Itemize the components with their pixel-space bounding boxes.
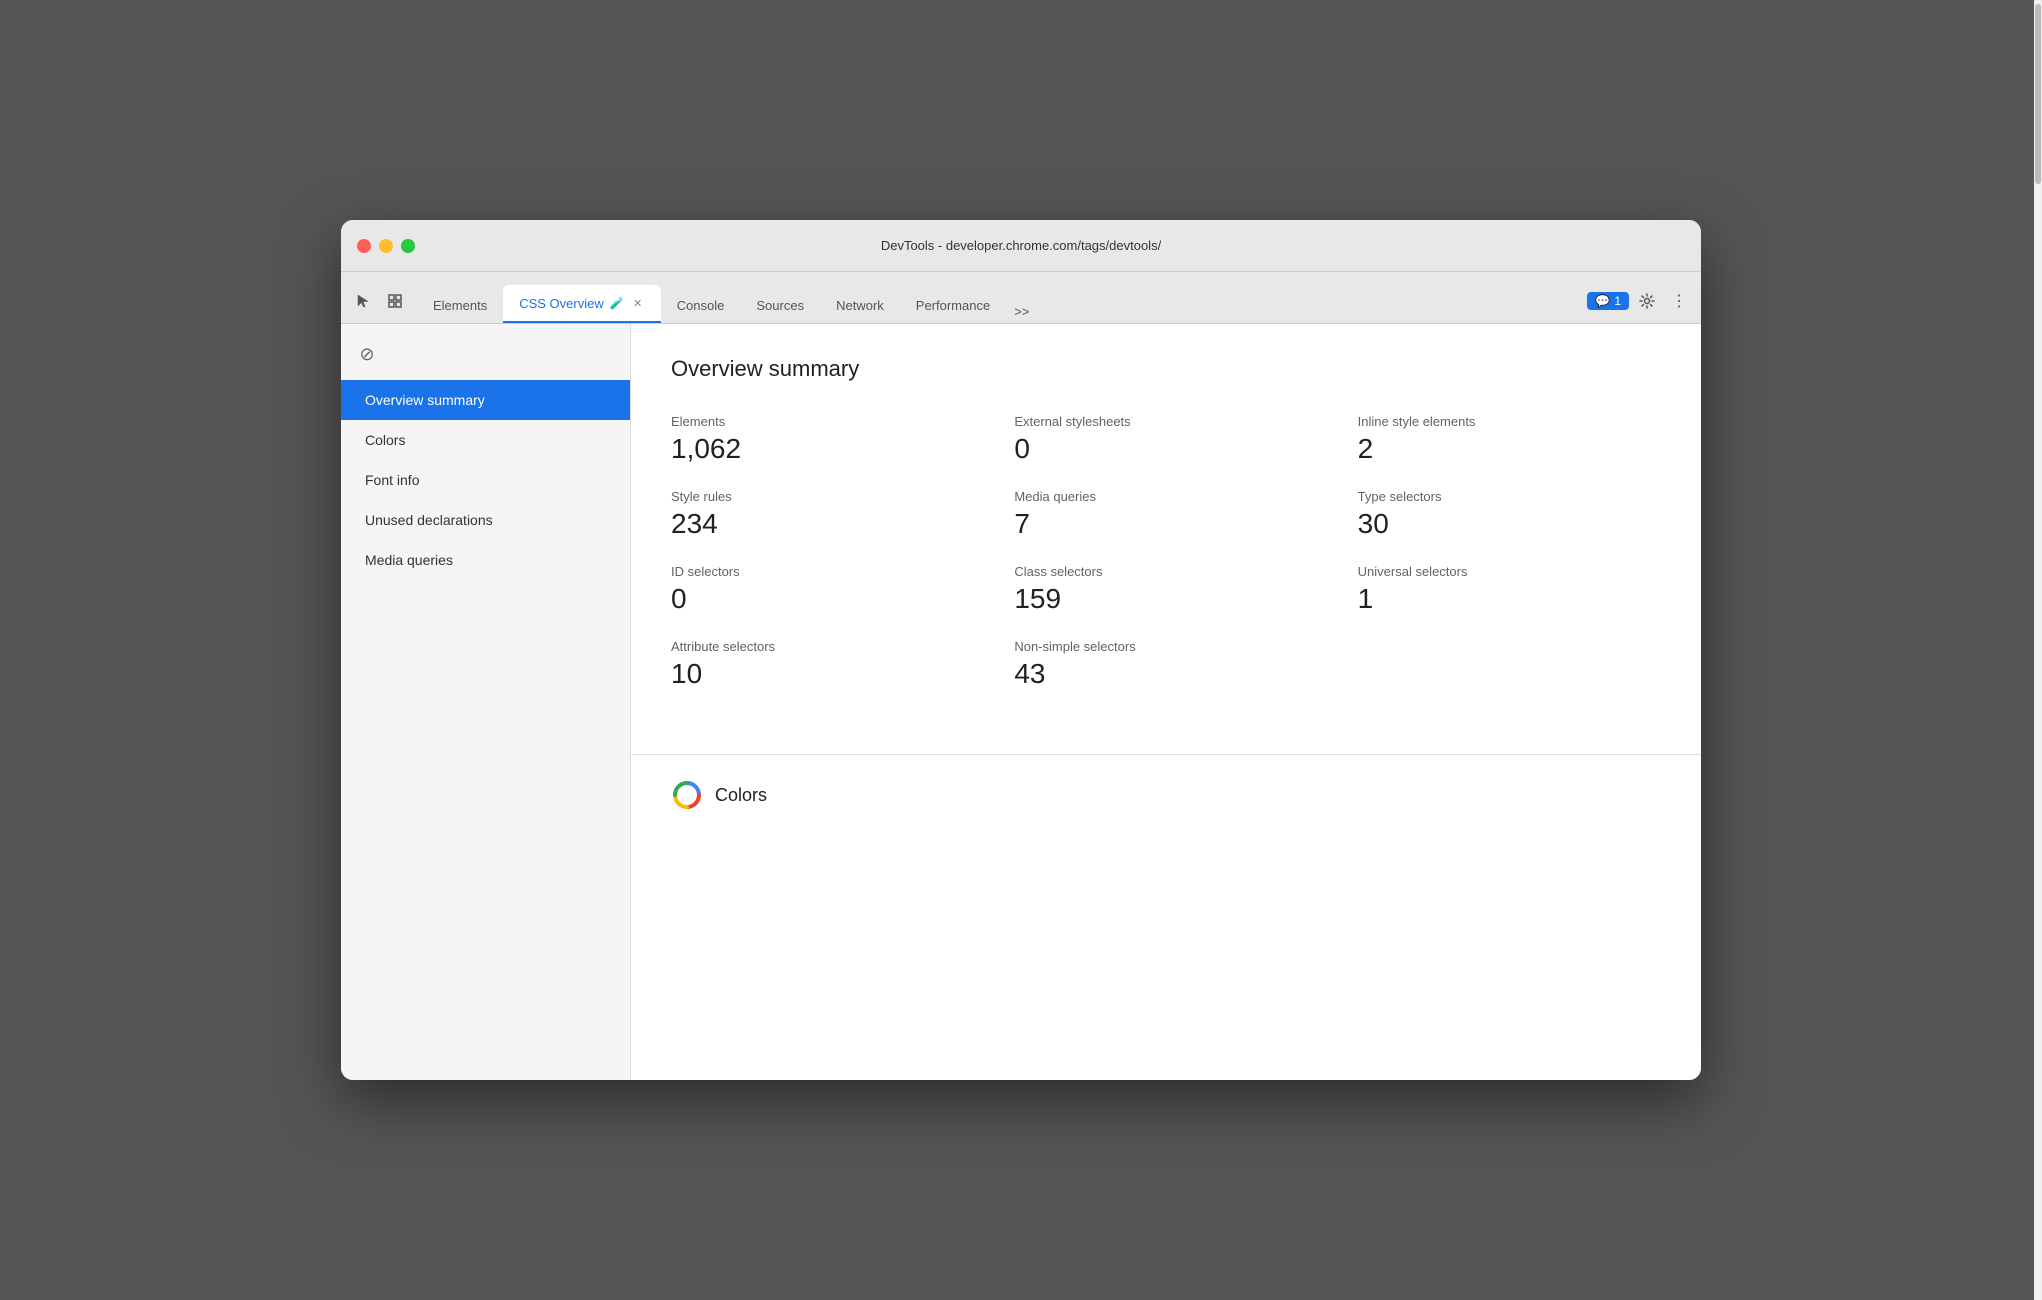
stat-label: Non-simple selectors [1014, 639, 1317, 654]
stat-value: 234 [671, 508, 974, 540]
stat-label: External stylesheets [1014, 414, 1317, 429]
inspect-icon[interactable] [381, 287, 409, 315]
sidebar: ⊘ Overview summary Colors Font info Unus… [341, 324, 631, 1080]
tabs-container: Elements CSS Overview 🧪 ✕ Console Source… [417, 285, 1579, 323]
tab-sources[interactable]: Sources [740, 287, 820, 323]
stat-label: Type selectors [1358, 489, 1661, 504]
stat-label: Universal selectors [1358, 564, 1661, 579]
stat-attribute-selectors: Attribute selectors 10 [671, 639, 974, 690]
stat-label: ID selectors [671, 564, 974, 579]
stat-inline-style-elements: Inline style elements 2 [1358, 414, 1661, 465]
tab-network[interactable]: Network [820, 287, 900, 323]
minimize-button[interactable] [379, 239, 393, 253]
stat-universal-selectors: Universal selectors 1 [1358, 564, 1661, 615]
tab-console[interactable]: Console [661, 287, 741, 323]
more-options-button[interactable]: ⋮ [1665, 287, 1693, 315]
stat-non-simple-selectors: Non-simple selectors 43 [1014, 639, 1317, 690]
more-tabs-button[interactable]: >> [1006, 300, 1037, 323]
main-panel: Overview summary Elements 1,062 External… [631, 324, 1701, 1080]
stat-value: 159 [1014, 583, 1317, 615]
experiment-icon: 🧪 [610, 296, 625, 310]
stat-value: 1 [1358, 583, 1661, 615]
stat-external-stylesheets: External stylesheets 0 [1014, 414, 1317, 465]
colors-title: Colors [715, 785, 767, 806]
stat-value: 0 [671, 583, 974, 615]
settings-button[interactable] [1633, 287, 1661, 315]
stat-label: Style rules [671, 489, 974, 504]
colors-header: Colors [671, 779, 1661, 811]
sidebar-item-overview-summary[interactable]: Overview summary [341, 380, 630, 420]
stat-value: 7 [1014, 508, 1317, 540]
stat-type-selectors: Type selectors 30 [1358, 489, 1661, 540]
stat-value: 10 [671, 658, 974, 690]
stat-class-selectors: Class selectors 159 [1014, 564, 1317, 615]
sidebar-item-unused-declarations[interactable]: Unused declarations [341, 500, 630, 540]
overview-summary-section: Overview summary Elements 1,062 External… [631, 324, 1701, 754]
toolbar-right: 💬 1 ⋮ [1579, 287, 1693, 323]
stat-value: 1,062 [671, 433, 974, 465]
tab-close-button[interactable]: ✕ [631, 296, 645, 310]
stat-value: 30 [1358, 508, 1661, 540]
stat-value: 0 [1014, 433, 1317, 465]
colors-section: Colors [631, 754, 1701, 835]
window-title: DevTools - developer.chrome.com/tags/dev… [881, 238, 1161, 253]
cursor-icon[interactable] [349, 287, 377, 315]
sidebar-item-colors[interactable]: Colors [341, 420, 630, 460]
main-content-area: ⊘ Overview summary Colors Font info Unus… [341, 324, 1701, 1080]
stat-label: Class selectors [1014, 564, 1317, 579]
stat-style-rules: Style rules 234 [671, 489, 974, 540]
stat-label: Inline style elements [1358, 414, 1661, 429]
block-icon[interactable]: ⊘ [353, 340, 381, 368]
stat-media-queries: Media queries 7 [1014, 489, 1317, 540]
sidebar-item-media-queries[interactable]: Media queries [341, 540, 630, 580]
stat-elements: Elements 1,062 [671, 414, 974, 465]
maximize-button[interactable] [401, 239, 415, 253]
notification-count: 1 [1614, 294, 1621, 308]
colors-ring-icon [671, 779, 703, 811]
devtools-window: DevTools - developer.chrome.com/tags/dev… [341, 220, 1701, 1080]
tab-performance[interactable]: Performance [900, 287, 1006, 323]
traffic-lights [357, 239, 415, 253]
stat-label: Attribute selectors [671, 639, 974, 654]
stats-grid: Elements 1,062 External stylesheets 0 In… [671, 414, 1661, 690]
tab-bar: Elements CSS Overview 🧪 ✕ Console Source… [341, 272, 1701, 324]
stat-label: Media queries [1014, 489, 1317, 504]
tab-css-overview[interactable]: CSS Overview 🧪 ✕ [503, 285, 660, 323]
notification-button[interactable]: 💬 1 [1587, 292, 1629, 310]
sidebar-top: ⊘ [341, 332, 630, 376]
toolbar-left [349, 287, 417, 323]
tab-elements[interactable]: Elements [417, 287, 503, 323]
sidebar-item-font-info[interactable]: Font info [341, 460, 630, 500]
close-button[interactable] [357, 239, 371, 253]
notification-icon: 💬 [1595, 294, 1610, 308]
stat-value: 43 [1014, 658, 1317, 690]
stat-value: 2 [1358, 433, 1661, 465]
title-bar: DevTools - developer.chrome.com/tags/dev… [341, 220, 1701, 272]
page-title: Overview summary [671, 356, 1661, 382]
stat-label: Elements [671, 414, 974, 429]
sidebar-nav: Overview summary Colors Font info Unused… [341, 380, 630, 580]
stat-id-selectors: ID selectors 0 [671, 564, 974, 615]
